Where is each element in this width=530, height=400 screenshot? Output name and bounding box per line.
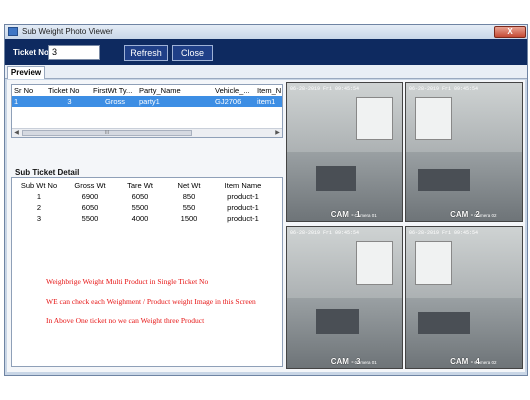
camera-scene <box>315 165 356 191</box>
column-header[interactable]: Tare Wt <box>114 180 164 191</box>
camera-label: CAM - 2 <box>450 210 480 219</box>
table-row-selected[interactable]: 1 3 Gross party1 GJ2706 item1 <box>12 96 282 107</box>
scroll-right-arrow-icon[interactable]: ▶ <box>273 129 282 137</box>
tab-preview[interactable]: Preview <box>7 66 45 79</box>
camera-image-2[interactable]: 06-28-2019 Fri 09:45:54 Camera 02 CAM - … <box>405 82 523 222</box>
camera-label: CAM - 3 <box>330 357 361 366</box>
scrollbar-thumb[interactable]: III <box>22 130 192 136</box>
column-header[interactable]: Sr No <box>12 85 46 96</box>
table-cell: 3 <box>67 97 72 106</box>
camera-scene <box>415 96 453 141</box>
column-header[interactable]: Party_Name <box>137 85 213 96</box>
ticket-no-label: Ticket No <box>13 48 49 57</box>
sub-ticket-grid[interactable]: Sub Wt No Gross Wt Tare Wt Net Wt Item N… <box>11 177 283 367</box>
camera-scene <box>417 168 470 191</box>
sub-weight-photo-viewer-window: Sub Weight Photo Viewer X Ticket No 3 Re… <box>4 24 528 376</box>
camera-scene <box>356 96 393 141</box>
table-cell: 2 <box>36 203 42 212</box>
title-bar: Sub Weight Photo Viewer X <box>5 25 527 39</box>
camera-scene <box>356 241 393 286</box>
column-header[interactable]: Item_N <box>255 85 282 96</box>
table-cell: 550 <box>182 203 196 212</box>
scroll-left-arrow-icon[interactable]: ◀ <box>12 129 21 137</box>
camera-image-4[interactable]: 06-28-2019 Fri 09:45:54 Camera 02 CAM - … <box>405 226 523 369</box>
ticket-grid[interactable]: Sr No Ticket No FirstWt Ty... Party_Name… <box>11 84 283 138</box>
table-cell: 4000 <box>131 214 149 223</box>
camera-image-1[interactable]: 06-28-2019 Fri 09:45:54 Camera 01 CAM - … <box>286 82 403 222</box>
preview-panel: Sr No Ticket No FirstWt Ty... Party_Name… <box>7 80 525 372</box>
camera-scene <box>315 308 360 335</box>
sub-ticket-grid-header: Sub Wt No Gross Wt Tare Wt Net Wt Item N… <box>12 180 272 191</box>
window-close-button[interactable]: X <box>494 26 526 38</box>
camera-timestamp: 06-28-2019 Fri 09:45:54 <box>290 86 360 92</box>
sub-ticket-detail-label: Sub Ticket Detail <box>15 168 80 177</box>
column-header[interactable]: Vehicle_... <box>213 85 255 96</box>
column-header[interactable]: Sub Wt No <box>12 180 64 191</box>
camera-scene <box>417 311 470 335</box>
column-header[interactable]: FirstWt Ty... <box>91 85 137 96</box>
column-header[interactable]: Ticket No <box>46 85 91 96</box>
note-text: Weighbrige Weight Multi Product in Singl… <box>46 277 209 286</box>
table-cell: 6900 <box>81 192 99 201</box>
table-row[interactable]: 2 6050 5500 550 product-1 <box>12 202 272 213</box>
horizontal-scrollbar[interactable]: ◀ III ▶ <box>12 128 282 137</box>
refresh-button[interactable]: Refresh <box>124 45 168 61</box>
app-icon <box>8 27 18 36</box>
camera-image-3[interactable]: 06-28-2019 Fri 09:45:54 Camera 01 CAM - … <box>286 226 403 369</box>
table-cell: GJ2706 <box>215 97 242 106</box>
camera-timestamp: 06-28-2019 Fri 09:45:54 <box>409 230 479 236</box>
tab-strip: Preview <box>5 65 527 79</box>
table-cell: 5500 <box>81 214 99 223</box>
table-cell: 6050 <box>131 192 149 201</box>
column-header[interactable]: Item Name <box>212 180 272 191</box>
table-row[interactable]: 1 6900 6050 850 product-1 <box>12 191 272 202</box>
table-cell: product-1 <box>227 214 259 223</box>
column-header[interactable]: Gross Wt <box>64 180 114 191</box>
table-cell: product-1 <box>227 203 259 212</box>
table-cell: 850 <box>182 192 196 201</box>
camera-timestamp: 06-28-2019 Fri 09:45:54 <box>290 230 360 236</box>
table-cell: 3 <box>36 214 42 223</box>
note-text: WE can check each Weighment / Product we… <box>46 297 256 306</box>
table-row[interactable]: 3 5500 4000 1500 product-1 <box>12 213 272 224</box>
table-cell: party1 <box>139 97 160 106</box>
camera-timestamp: 06-28-2019 Fri 09:45:54 <box>409 86 479 92</box>
table-cell: 6050 <box>81 203 99 212</box>
close-button[interactable]: Close <box>172 45 213 61</box>
toolbar: Ticket No 3 Refresh Close <box>5 39 527 65</box>
ticket-no-input[interactable]: 3 <box>48 45 100 60</box>
table-cell: 1 <box>14 97 19 106</box>
table-cell: 5500 <box>131 203 149 212</box>
table-cell: product-1 <box>227 192 259 201</box>
camera-label: CAM - 4 <box>450 357 480 366</box>
note-text: In Above One ticket no we can Weight thr… <box>46 316 205 325</box>
table-cell: 1 <box>36 192 42 201</box>
ticket-grid-header: Sr No Ticket No FirstWt Ty... Party_Name… <box>12 85 282 96</box>
table-cell: item1 <box>257 97 276 106</box>
window-title: Sub Weight Photo Viewer <box>22 27 113 36</box>
camera-label: CAM - 1 <box>330 210 361 219</box>
camera-scene <box>415 241 453 286</box>
table-cell: 1500 <box>180 214 198 223</box>
table-cell: Gross <box>104 97 125 106</box>
column-header[interactable]: Net Wt <box>164 180 212 191</box>
